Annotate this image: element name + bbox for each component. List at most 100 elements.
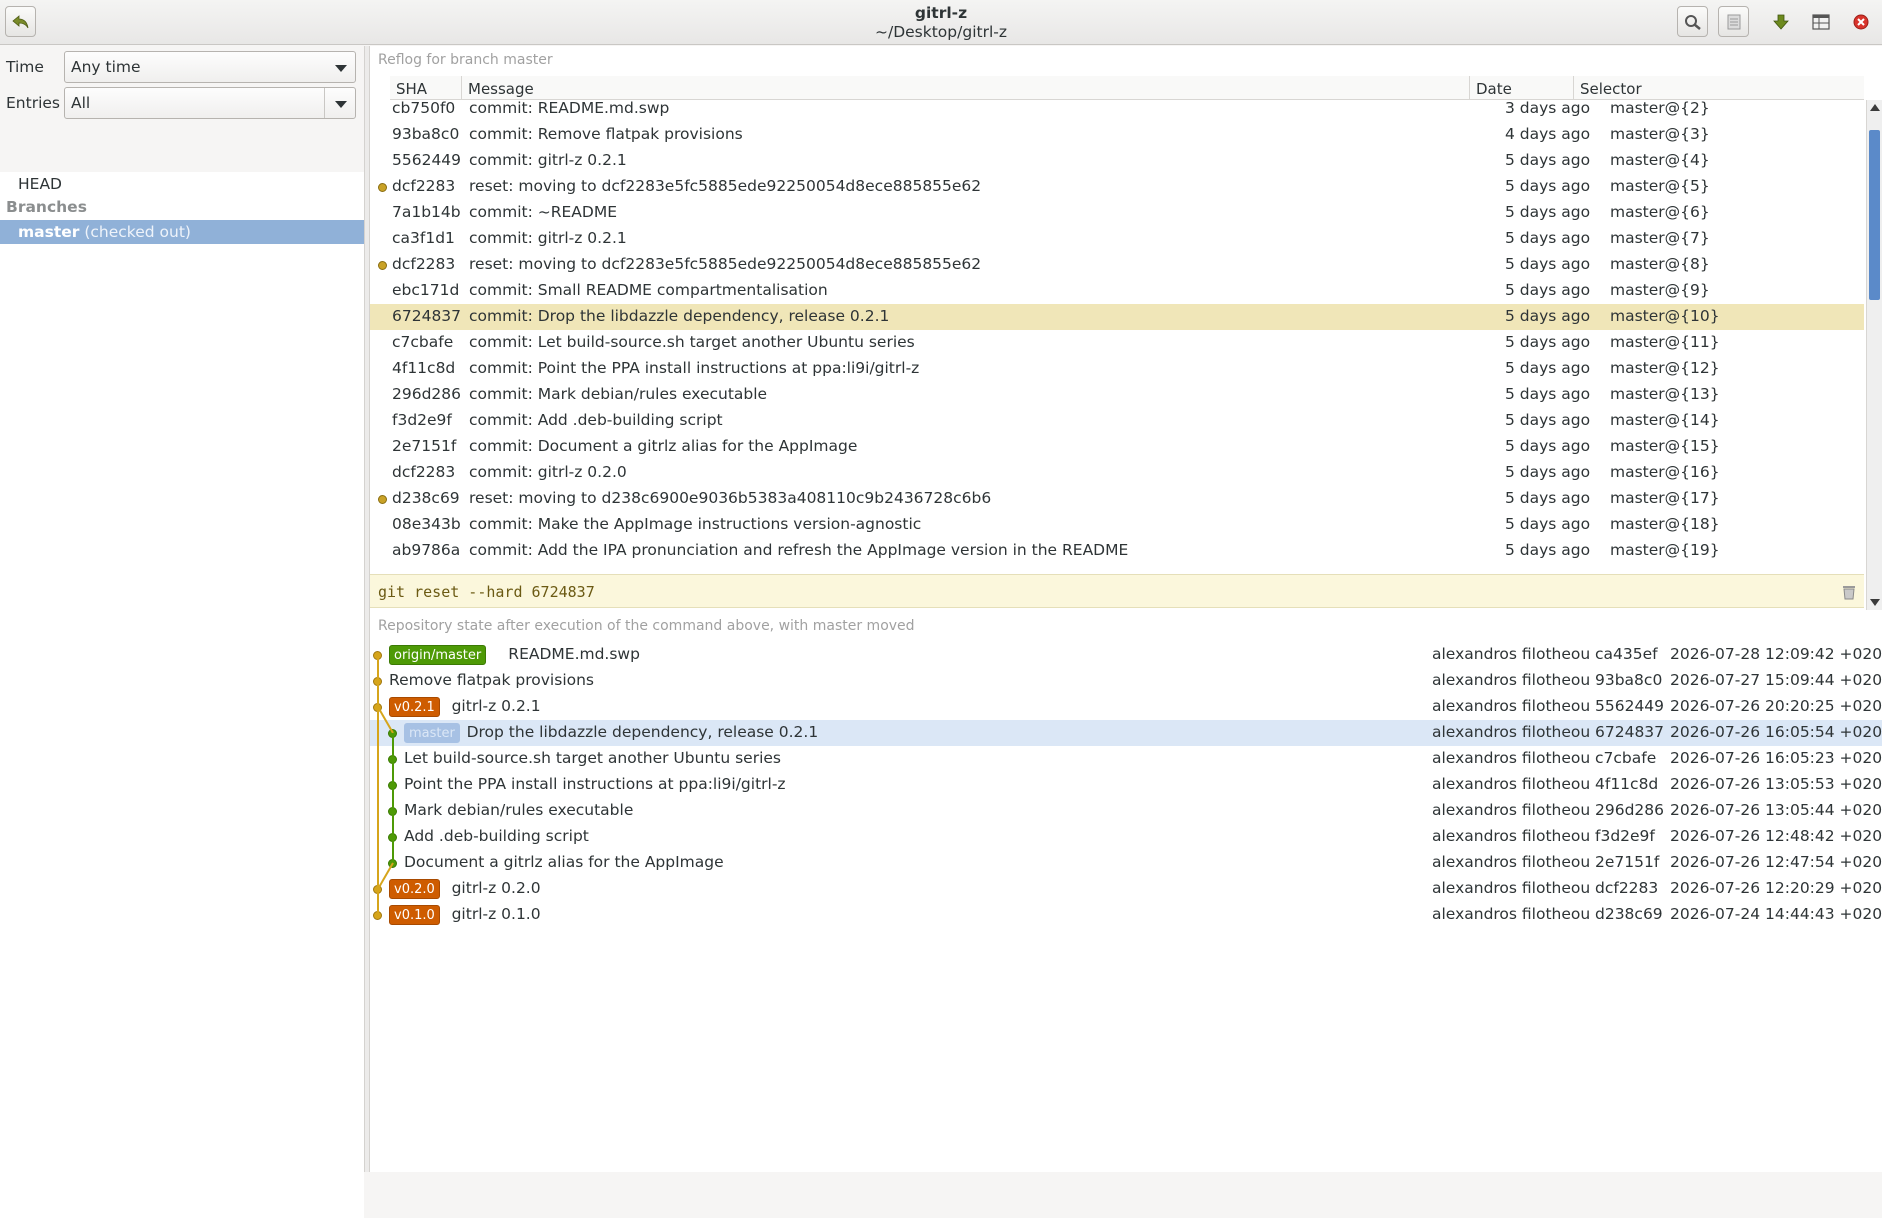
commit-date: 2026-07-26 12:47:54 +0200: [1670, 853, 1882, 871]
reflog-row[interactable]: cb750f0 commit: README.md.swp 3 days ago ma…: [370, 100, 1864, 122]
reflog-message: commit: Add .deb-building script: [469, 411, 723, 429]
column-header-sha[interactable]: SHA: [390, 76, 462, 100]
reflog-sha: ca3f1d1: [392, 229, 455, 247]
commit-row[interactable]: Document a gitrlz alias for the AppImage…: [370, 850, 1882, 876]
time-label: Time: [6, 58, 44, 76]
reflog-sha: 296d286: [392, 385, 462, 403]
reflog-row[interactable]: dcf2283 reset: moving to dcf2283e5fc5885e…: [370, 174, 1864, 200]
reflog-date: 5 days ago: [1505, 489, 1591, 507]
fetch-button[interactable]: [1765, 6, 1796, 37]
reflog-sha: 2e7151f: [392, 437, 457, 455]
list-icon: [1727, 14, 1740, 29]
time-combo[interactable]: Any time: [64, 51, 356, 83]
commit-row[interactable]: Add .deb-building script alexandros filot…: [370, 824, 1882, 850]
reflog-row[interactable]: dcf2283 reset: moving to dcf2283e5fc5885e…: [370, 252, 1864, 278]
reflog-sha: 5562449: [392, 151, 462, 169]
reflog-message: reset: moving to d238c6900e9036b5383a408…: [469, 489, 992, 507]
reset-marker-icon: [378, 183, 387, 192]
commit-date: 2026-07-24 14:44:43 +0200: [1670, 905, 1882, 923]
reflog-row[interactable]: ca3f1d1 commit: gitrl-z 0.2.1 5 days ago ma…: [370, 226, 1864, 252]
ref-badge: master: [404, 723, 460, 743]
commit-author: alexandros filotheou: [1432, 853, 1591, 871]
scrollbar-thumb[interactable]: [1869, 130, 1880, 300]
reflog-sha: ab9786a: [392, 541, 461, 559]
commit-row[interactable]: v0.2.0 gitrl-z 0.2.0 alexandros filotheou d…: [370, 876, 1882, 902]
reflog-sha: 6724837: [392, 307, 462, 325]
reflog-message: commit: Let build-source.sh target anoth…: [469, 333, 915, 351]
commit-author: alexandros filotheou: [1432, 879, 1591, 897]
commit-message: README.md.swp: [508, 645, 640, 663]
reflog-selector: master@{18}: [1610, 515, 1720, 533]
window-layout-icon: [1811, 13, 1830, 30]
commit-author: alexandros filotheou: [1432, 905, 1591, 923]
reflog-row[interactable]: ab9786a commit: Add the IPA pronunciation…: [370, 538, 1864, 564]
commit-sha: 2e7151f: [1595, 853, 1660, 871]
reflog-sha: ebc171d: [392, 281, 460, 299]
column-header-date[interactable]: Date: [1470, 76, 1574, 100]
commit-date: 2026-07-26 16:05:23 +0200: [1670, 749, 1882, 767]
reset-marker-icon: [378, 495, 387, 504]
ref-item-head[interactable]: HEAD: [0, 172, 364, 196]
reflog-row[interactable]: 5562449 commit: gitrl-z 0.2.1 5 days ago ma…: [370, 148, 1864, 174]
scroll-up-icon[interactable]: [1870, 104, 1880, 111]
reflog-row[interactable]: ebc171d commit: Small README compartmenta…: [370, 278, 1864, 304]
reflog-row[interactable]: 6724837 commit: Drop the libdazzle depend…: [370, 304, 1864, 330]
column-header-message[interactable]: Message: [462, 76, 1470, 100]
commit-graph: origin/master README.md.swp alexandros fil…: [370, 642, 1882, 1172]
reflog-row[interactable]: 4f11c8d commit: Point the PPA install ins…: [370, 356, 1864, 382]
trash-icon: [1843, 586, 1855, 600]
scroll-down-icon[interactable]: [1870, 599, 1880, 606]
reflog-message: commit: ~README: [469, 203, 617, 221]
commit-sha: 296d286: [1595, 801, 1665, 819]
reflog-scrollbar[interactable]: [1866, 100, 1882, 610]
close-button[interactable]: [1845, 6, 1876, 37]
commit-row[interactable]: Mark debian/rules executable alexandros f…: [370, 798, 1882, 824]
commit-row[interactable]: Point the PPA install instructions at pp…: [370, 772, 1882, 798]
clear-command-button[interactable]: [1838, 581, 1860, 603]
command-bar: git reset --hard 6724837: [370, 574, 1864, 608]
commit-message: gitrl-z 0.1.0: [451, 905, 541, 923]
commit-author: alexandros filotheou: [1432, 723, 1591, 741]
menu-button[interactable]: [1718, 6, 1749, 37]
commit-row[interactable]: Let build-source.sh target another Ubunt…: [370, 746, 1882, 772]
ref-item-master[interactable]: master (checked out): [0, 220, 364, 244]
commit-row[interactable]: Remove flatpak provisions alexandros filo…: [370, 668, 1882, 694]
reflog-selector: master@{10}: [1610, 307, 1720, 325]
reflog-selector: master@{8}: [1610, 255, 1710, 273]
reflog-row[interactable]: 2e7151f commit: Document a gitrlz alias f…: [370, 434, 1864, 460]
reflog-selector: master@{15}: [1610, 437, 1720, 455]
reflog-selector: master@{9}: [1610, 281, 1710, 299]
reflog-sha: 4f11c8d: [392, 359, 456, 377]
commit-date: 2026-07-26 20:20:25 +0200: [1670, 697, 1882, 715]
reflog-row[interactable]: 296d286 commit: Mark debian/rules executa…: [370, 382, 1864, 408]
reflog-sha: 08e343b: [392, 515, 461, 533]
reflog-row[interactable]: dcf2283 commit: gitrl-z 0.2.0 5 days ago ma…: [370, 460, 1864, 486]
reflog-row[interactable]: 7a1b14b commit: ~README 5 days ago master@{…: [370, 200, 1864, 226]
reflog-date: 5 days ago: [1505, 151, 1591, 169]
commit-row[interactable]: master Drop the libdazzle dependency, rel…: [370, 720, 1882, 746]
reflog-selector: master@{2}: [1610, 100, 1710, 117]
commit-row[interactable]: v0.2.1 gitrl-z 0.2.1 alexandros filotheou 5…: [370, 694, 1882, 720]
search-button[interactable]: [1677, 6, 1708, 37]
reflog-row[interactable]: 93ba8c0 commit: Remove flatpak provisions…: [370, 122, 1864, 148]
commit-date: 2026-07-26 13:05:53 +0200: [1670, 775, 1882, 793]
entries-combo[interactable]: All: [64, 87, 356, 119]
reflog-row[interactable]: c7cbafe commit: Let build-source.sh targe…: [370, 330, 1864, 356]
column-header-selector[interactable]: Selector: [1574, 76, 1864, 100]
reflog-date: 5 days ago: [1505, 515, 1591, 533]
reflog-row[interactable]: d238c69 reset: moving to d238c6900e9036b5…: [370, 486, 1864, 512]
reflog-sha: c7cbafe: [392, 333, 454, 351]
reset-marker-icon: [378, 261, 387, 270]
close-icon: [1853, 14, 1868, 29]
layout-button[interactable]: [1805, 6, 1836, 37]
reflog-message: commit: Document a gitrlz alias for the …: [469, 437, 858, 455]
reflog-selector: master@{3}: [1610, 125, 1710, 143]
right-pane: Reflog for branch master SHA Message Dat…: [370, 46, 1882, 1172]
reflog-row[interactable]: 08e343b commit: Make the AppImage instruc…: [370, 512, 1864, 538]
commit-row[interactable]: v0.1.0 gitrl-z 0.1.0 alexandros filotheou d…: [370, 902, 1882, 928]
reflog-row[interactable]: f3d2e9f commit: Add .deb-building script 5…: [370, 408, 1864, 434]
commit-row[interactable]: origin/master README.md.swp alexandros fil…: [370, 642, 1882, 668]
reflog-date: 5 days ago: [1505, 177, 1591, 195]
reflog-message: reset: moving to dcf2283e5fc5885ede92250…: [469, 255, 982, 273]
reflog-date: 4 days ago: [1505, 125, 1591, 143]
